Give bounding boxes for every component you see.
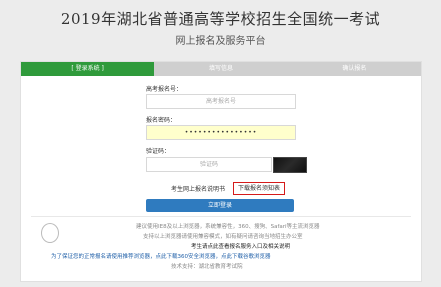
progress-steps: [ 登录系统 ] 填写信息 确认报名: [21, 62, 421, 76]
captcha-label: 验证码：: [146, 148, 171, 155]
download-notice-link[interactable]: 下载报名须知表: [233, 182, 285, 195]
page-subtitle: 网上报名及服务平台: [175, 36, 266, 47]
step-confirm: 确认报名: [287, 62, 421, 76]
password-input[interactable]: ••••••••••••••••: [146, 125, 296, 140]
footer-note-2: 支持以上浏览器请使用兼容模式，如有疑问请咨询当地招生办公室: [143, 234, 303, 240]
login-button[interactable]: 立即登录: [146, 199, 294, 212]
help-guide-link[interactable]: 考生网上报名说明书: [171, 184, 225, 193]
captcha-input[interactable]: 验证码: [146, 157, 272, 172]
page: 2019年湖北省普通高等学校招生全国统一考试 网上报名及服务平台 [ 登录系统 …: [0, 0, 441, 287]
exam-no-input[interactable]: 高考报名号: [146, 94, 296, 109]
footer-note-3: 考生请点此查看报名服务入口及相关说明: [191, 244, 291, 250]
footer-note-1: 建议使用IE8及以上浏览器，系统兼容性，360、搜狗、Safari等主流浏览器: [136, 224, 320, 230]
footer-note-4: 为了保证您的正常报名请使用推荐浏览器，点此下载360安全浏览器，点此下载谷歌浏览…: [51, 254, 271, 260]
page-title: 2019年湖北省普通高等学校招生全国统一考试: [60, 10, 381, 28]
captcha-image[interactable]: [273, 157, 307, 173]
login-panel: [ 登录系统 ] 填写信息 确认报名 高考报名号： 高考报名号 报名密码： ••…: [20, 61, 422, 282]
footer-divider: [31, 216, 411, 217]
step-login: [ 登录系统 ]: [21, 62, 155, 76]
step-fill-info: 填写信息: [154, 62, 288, 76]
exam-no-label: 高考报名号：: [146, 86, 183, 93]
login-form: 高考报名号： 高考报名号 报名密码： •••••••••••••••• 验证码：…: [21, 76, 421, 281]
seal-logo: [41, 223, 59, 243]
password-label: 报名密码：: [146, 117, 177, 124]
footer-note-5: 技术支持：湖北省教育考试院: [171, 264, 243, 270]
